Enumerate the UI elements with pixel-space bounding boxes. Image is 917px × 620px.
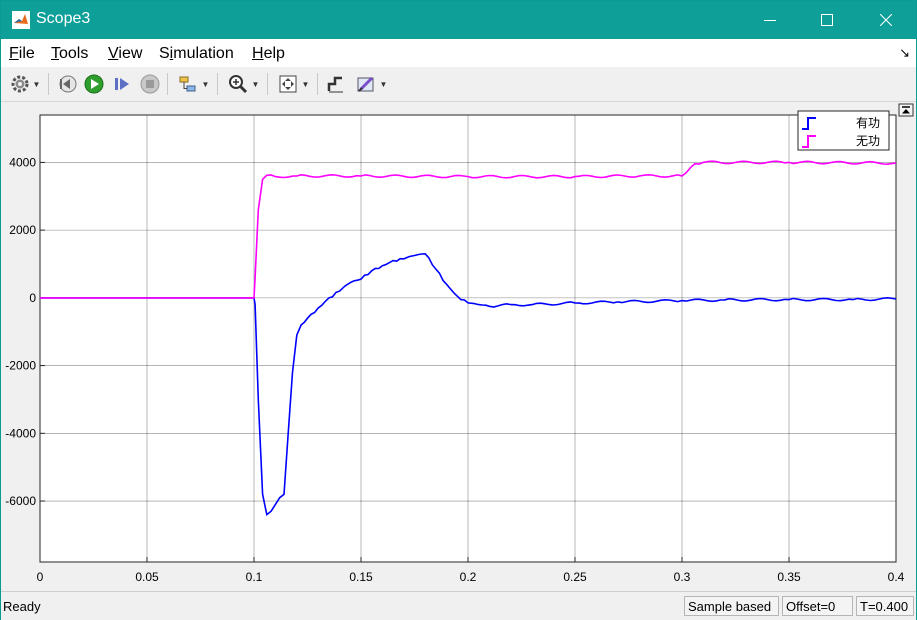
status-bar: Ready Sample based Offset=0 T=0.400 — [1, 591, 916, 620]
menu-file[interactable]: File — [9, 45, 35, 63]
y-tick-label: -6000 — [5, 494, 36, 508]
parameters-button[interactable]: ▼ — [6, 72, 44, 96]
x-tick-label: 0.1 — [246, 570, 263, 584]
status-ready: Ready — [3, 599, 41, 614]
step-forward-button[interactable] — [109, 72, 135, 96]
step-back-icon — [59, 75, 77, 93]
toolbar-divider — [317, 73, 318, 95]
window-title: Scope3 — [36, 10, 91, 27]
scope-window: Scope3 File Tools View Simulation Help ↘… — [0, 0, 917, 620]
menu-view[interactable]: View — [108, 45, 142, 63]
status-time: T=0.400 — [856, 596, 914, 616]
x-tick-label: 0 — [37, 570, 44, 584]
menu-tools[interactable]: Tools — [51, 45, 88, 63]
status-offset: Offset=0 — [782, 596, 853, 616]
status-sample-mode: Sample based — [684, 596, 779, 616]
style-icon — [357, 76, 374, 92]
toolbar-divider — [167, 73, 168, 95]
signal-select-button[interactable]: ▼ — [173, 72, 213, 96]
style-button[interactable]: ▼ — [351, 72, 391, 96]
fit-to-view-button[interactable]: ▼ — [273, 72, 313, 96]
toolbar: ▼ ▼ ▼ ▼ ▼ — [1, 67, 916, 102]
zoom-icon — [228, 75, 247, 94]
step-back-button[interactable] — [54, 72, 80, 96]
toolbar-divider — [267, 73, 268, 95]
cursor-measure-icon — [327, 76, 343, 93]
title-bar: Scope3 — [1, 1, 916, 39]
minimize-button[interactable] — [747, 1, 793, 39]
toolbar-divider — [217, 73, 218, 95]
maximize-icon — [821, 14, 833, 26]
x-tick-label: 0.4 — [888, 570, 905, 584]
matlab-logo-icon — [12, 11, 30, 29]
chevron-down-icon: ▼ — [301, 79, 310, 89]
scope-plot[interactable]: 0 0.05 0.1 0.15 0.2 0.25 0.3 0.35 0.4 -6000 -4000… — [1, 102, 916, 589]
minimize-icon — [764, 20, 776, 21]
maximize-button[interactable] — [804, 1, 850, 39]
chevron-down-icon: ▼ — [379, 79, 388, 89]
legend-label-reactive: 无功 — [856, 134, 880, 148]
zoom-button[interactable]: ▼ — [223, 72, 263, 96]
y-tick-label: 2000 — [9, 223, 36, 237]
menu-bar: File Tools View Simulation Help ↘ — [1, 39, 916, 67]
y-tick-label: -4000 — [5, 426, 36, 440]
chevron-down-icon: ▼ — [251, 79, 260, 89]
x-tick-labels: 0 0.05 0.1 0.15 0.2 0.25 0.3 0.35 0.4 — [37, 570, 905, 584]
y-tick-label: 4000 — [9, 155, 36, 169]
menu-help[interactable]: Help — [252, 45, 285, 63]
stop-button[interactable] — [137, 72, 163, 96]
x-tick-label: 0.35 — [777, 570, 801, 584]
signal-select-icon — [179, 76, 196, 92]
menu-simulation[interactable]: Simulation — [159, 45, 234, 63]
legend[interactable]: 有功 无功 — [797, 110, 890, 151]
undock-icon[interactable]: ↘ — [899, 45, 910, 61]
plot-area[interactable]: 0 0.05 0.1 0.15 0.2 0.25 0.3 0.35 0.4 -6000 -4000… — [1, 102, 916, 589]
chevron-down-icon: ▼ — [201, 79, 210, 89]
x-tick-label: 0.2 — [460, 570, 477, 584]
toolbar-divider — [48, 73, 49, 95]
stop-icon — [140, 74, 160, 94]
legend-label-active: 有功 — [856, 116, 880, 130]
y-tick-labels: -6000 -4000 -2000 0 2000 4000 — [5, 155, 36, 508]
y-tick-label: -2000 — [5, 359, 36, 373]
chevron-down-icon: ▼ — [32, 79, 41, 89]
x-tick-label: 0.25 — [563, 570, 587, 584]
close-button[interactable] — [863, 1, 909, 39]
x-tick-label: 0.15 — [349, 570, 373, 584]
x-tick-label: 0.3 — [674, 570, 691, 584]
fit-to-view-icon — [279, 75, 297, 93]
close-icon — [880, 14, 892, 26]
x-tick-label: 0.05 — [135, 570, 159, 584]
expand-axes-button[interactable] — [898, 103, 914, 117]
run-icon — [84, 74, 104, 94]
gear-icon — [11, 75, 29, 93]
run-button[interactable] — [81, 72, 107, 96]
cursor-measure-button[interactable] — [323, 72, 349, 96]
step-forward-icon — [115, 78, 129, 90]
y-tick-label: 0 — [29, 291, 36, 305]
